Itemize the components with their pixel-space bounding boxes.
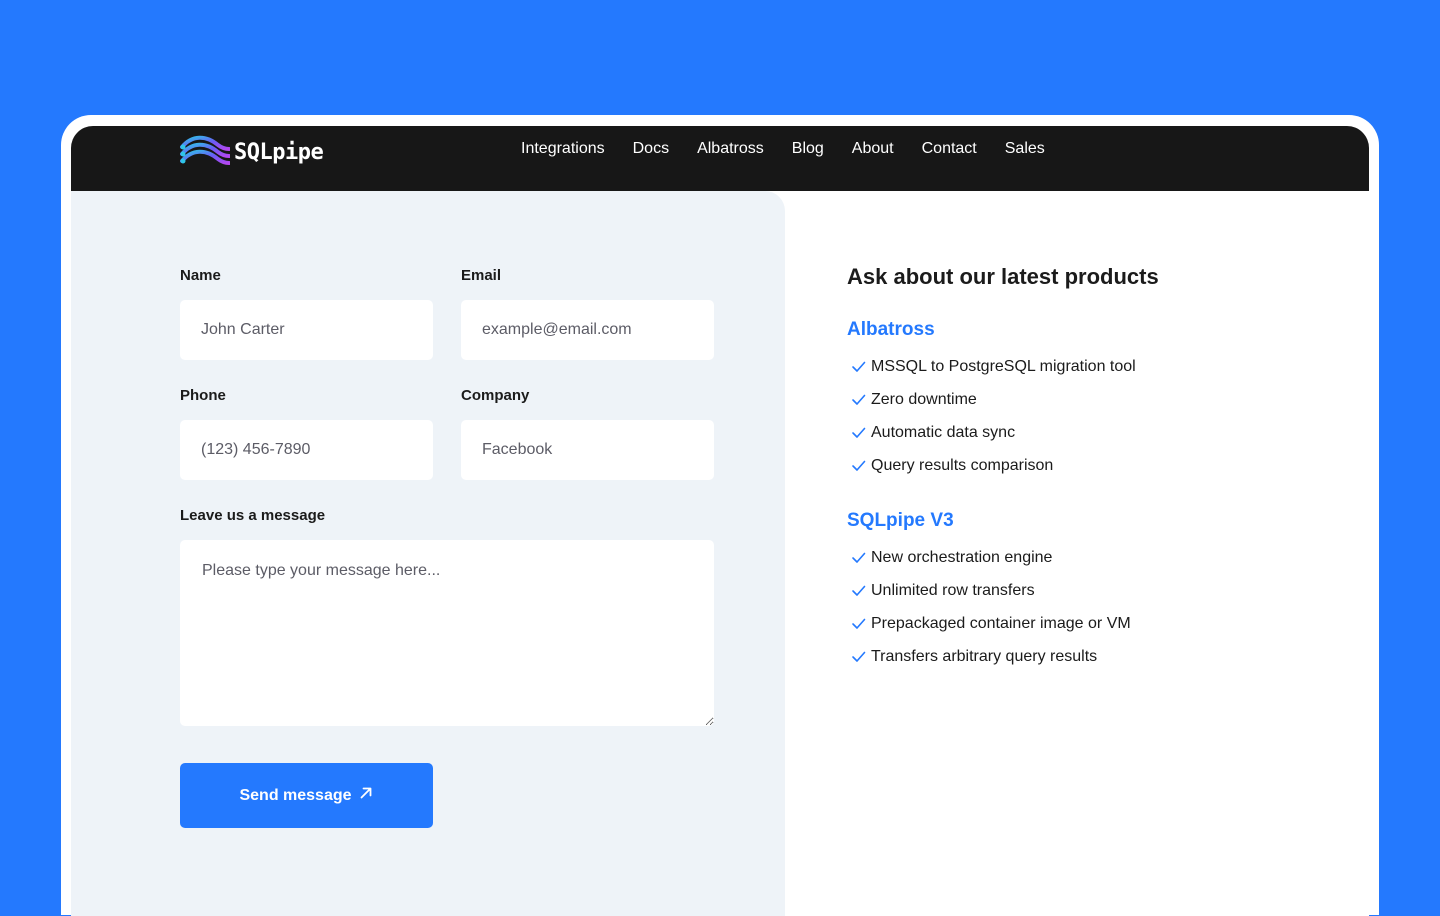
checkmark-icon <box>851 583 866 598</box>
feature-text: Prepackaged container image or VM <box>871 614 1131 632</box>
info-title: Ask about our latest products <box>847 264 1159 289</box>
arrow-up-right-icon <box>358 785 374 806</box>
company-label: Company <box>461 387 530 404</box>
list-item: Automatic data sync <box>847 416 1327 449</box>
checkmark-icon <box>851 616 866 631</box>
brand-name: SQLpipe <box>234 139 324 165</box>
name-field[interactable] <box>180 300 433 360</box>
nav-item-about[interactable]: About <box>852 140 894 158</box>
list-item: MSSQL to PostgreSQL migration tool <box>847 350 1327 383</box>
phone-field[interactable] <box>180 420 433 480</box>
company-field[interactable] <box>461 420 714 480</box>
send-message-label: Send message <box>239 786 352 804</box>
checkmark-icon <box>851 359 866 374</box>
email-field[interactable] <box>461 300 714 360</box>
feature-text: Zero downtime <box>871 390 977 408</box>
message-textarea[interactable] <box>180 540 714 726</box>
product-title-albatross: Albatross <box>847 319 935 340</box>
sqlpipe-wave-logo-icon <box>180 133 231 172</box>
products-info: Ask about our latest products Albatross … <box>847 264 1327 673</box>
product-title-sqlpipe-v3: SQLpipe V3 <box>847 510 954 531</box>
phone-label: Phone <box>180 387 226 404</box>
checkmark-icon <box>851 392 866 407</box>
nav-item-blog[interactable]: Blog <box>792 140 824 158</box>
feature-text: MSSQL to PostgreSQL migration tool <box>871 357 1136 375</box>
message-label: Leave us a message <box>180 507 326 524</box>
logo-link[interactable]: SQLpipe <box>180 133 324 172</box>
main-nav: Integrations Docs Albatross Blog About C… <box>521 140 1073 158</box>
feature-text: Automatic data sync <box>871 423 1016 441</box>
checkmark-icon <box>851 550 866 565</box>
nav-item-contact[interactable]: Contact <box>922 140 977 158</box>
feature-text: Unlimited row transfers <box>871 581 1035 599</box>
contact-form: Name Email Phone Company Leave us a mess… <box>71 191 785 916</box>
checkmark-icon <box>851 425 866 440</box>
nav-item-docs[interactable]: Docs <box>633 140 669 158</box>
email-label: Email <box>461 267 502 284</box>
nav-item-sales[interactable]: Sales <box>1005 140 1045 158</box>
checkmark-icon <box>851 649 866 664</box>
sqlpipe-v3-feature-list: New orchestration engine Unlimited row t… <box>847 541 1327 673</box>
send-message-button[interactable]: Send message <box>180 763 433 828</box>
top-navbar: SQLpipe Integrations Docs Albatross Blog… <box>71 126 1369 191</box>
nav-item-integrations[interactable]: Integrations <box>521 140 605 158</box>
feature-text: Query results comparison <box>871 456 1054 474</box>
name-label: Name <box>180 267 221 284</box>
list-item: Transfers arbitrary query results <box>847 640 1327 673</box>
list-item: Zero downtime <box>847 383 1327 416</box>
list-item: New orchestration engine <box>847 541 1327 574</box>
feature-text: New orchestration engine <box>871 548 1053 566</box>
list-item: Query results comparison <box>847 449 1327 482</box>
list-item: Prepackaged container image or VM <box>847 607 1327 640</box>
list-item: Unlimited row transfers <box>847 574 1327 607</box>
albatross-feature-list: MSSQL to PostgreSQL migration tool Zero … <box>847 350 1327 482</box>
contact-page: SQLpipe Integrations Docs Albatross Blog… <box>71 126 1369 916</box>
browser-frame: SQLpipe Integrations Docs Albatross Blog… <box>61 115 1379 916</box>
feature-text: Transfers arbitrary query results <box>871 647 1098 665</box>
nav-item-albatross[interactable]: Albatross <box>697 140 764 158</box>
checkmark-icon <box>851 458 866 473</box>
